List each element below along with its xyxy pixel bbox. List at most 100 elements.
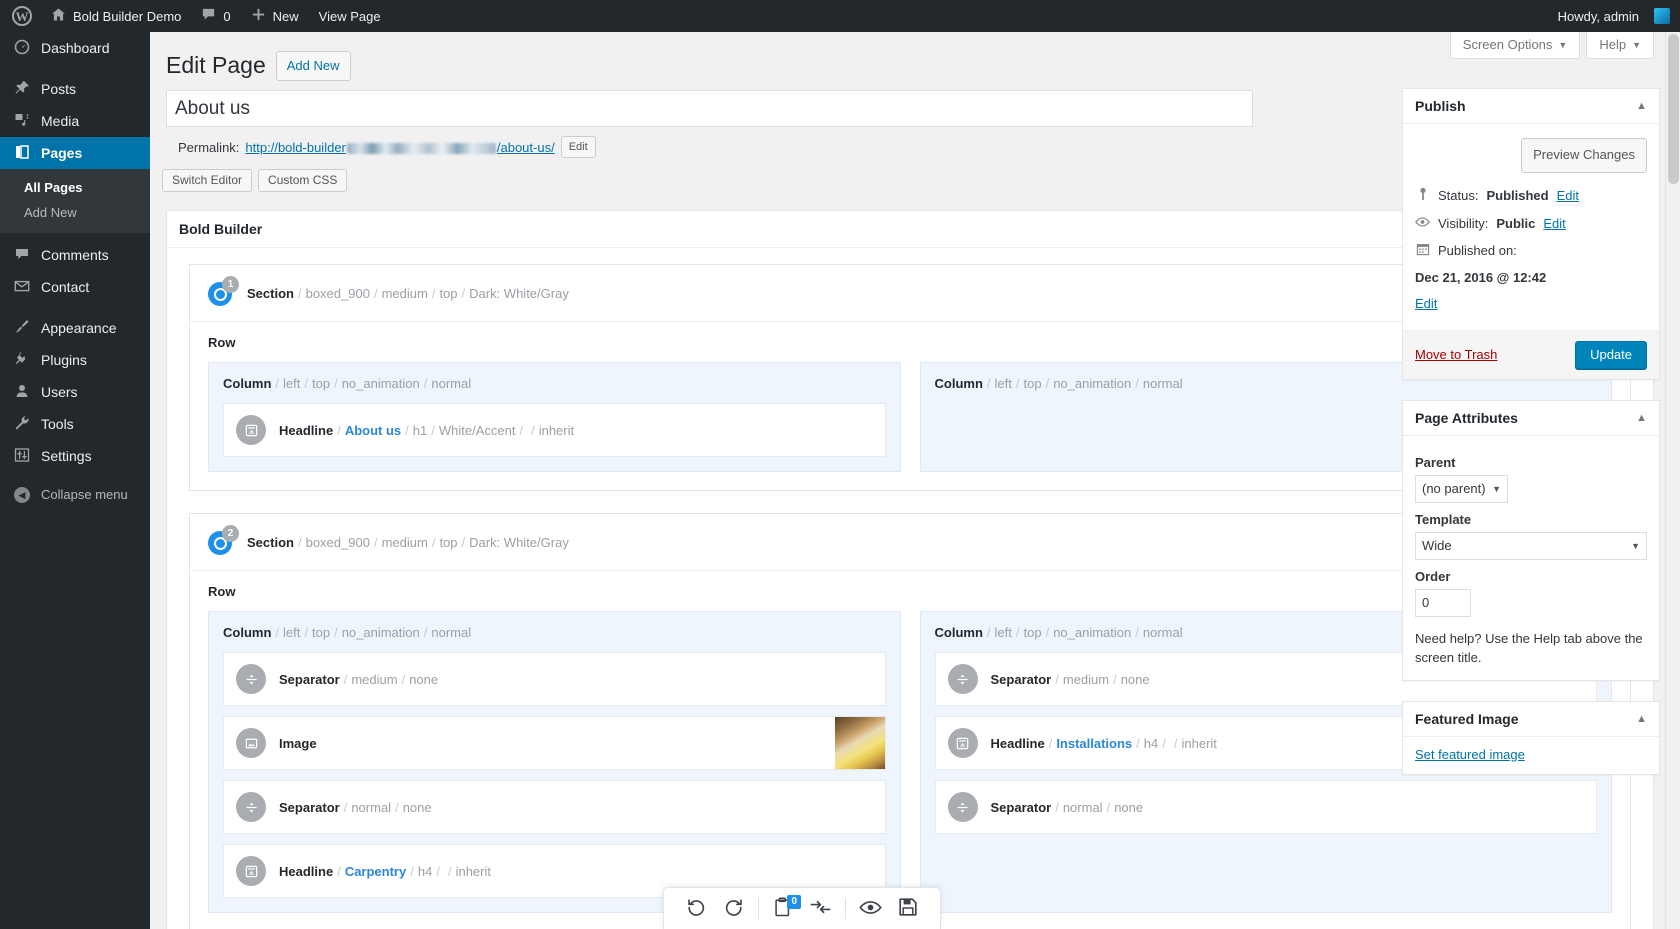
post-title-input[interactable] bbox=[166, 90, 1253, 127]
publish-visibility-edit[interactable]: Edit bbox=[1543, 215, 1565, 233]
publish-panel-title: Publish bbox=[1415, 98, 1466, 114]
element-breadcrumb: Separator/normal/none bbox=[991, 800, 1144, 815]
section-badge: 1 bbox=[208, 280, 238, 306]
headline-icon bbox=[236, 415, 266, 445]
sidebar-item-appearance[interactable]: Appearance bbox=[0, 312, 150, 344]
section-name: Section bbox=[247, 535, 294, 550]
publish-status-edit[interactable]: Edit bbox=[1557, 187, 1579, 205]
permalink-link[interactable]: http://bold-builder/about-us/ bbox=[245, 140, 554, 155]
view-page-button[interactable]: View Page bbox=[309, 0, 391, 32]
element-breadcrumb: Headline/Carpentry/h4//inherit bbox=[279, 864, 491, 879]
comment-bubble-icon bbox=[12, 246, 32, 264]
submenu-item-all-pages[interactable]: All Pages bbox=[0, 175, 150, 200]
plus-icon bbox=[251, 7, 266, 25]
sidebar-item-label: Plugins bbox=[41, 352, 87, 368]
order-label: Order bbox=[1415, 569, 1647, 584]
redo-button[interactable] bbox=[715, 888, 752, 929]
new-content-button[interactable]: New bbox=[241, 0, 309, 32]
sidebar-item-posts[interactable]: Posts bbox=[0, 73, 150, 105]
view-page-label: View Page bbox=[319, 9, 381, 24]
builder-element-separator[interactable]: Separator/medium/none bbox=[223, 652, 886, 706]
wordpress-logo-button[interactable]: W bbox=[0, 0, 41, 32]
eye-icon bbox=[1415, 215, 1430, 233]
collapse-menu-button[interactable]: ◀ Collapse menu bbox=[0, 478, 150, 510]
page-attributes-help-note: Need help? Use the Help tab above the sc… bbox=[1415, 629, 1647, 668]
submenu-label: All Pages bbox=[24, 180, 83, 195]
column-param: top bbox=[312, 625, 330, 640]
element-breadcrumb: Separator/medium/none bbox=[279, 672, 438, 687]
sidebar-item-pages[interactable]: Pages bbox=[0, 137, 150, 169]
element-name: Headline bbox=[991, 736, 1045, 751]
chevron-up-icon[interactable]: ▲ bbox=[1636, 412, 1647, 424]
permalink-redacted-domain bbox=[347, 143, 496, 154]
sliders-icon bbox=[12, 447, 32, 465]
page-scrollbar[interactable] bbox=[1665, 32, 1680, 929]
preview-changes-button[interactable]: Preview Changes bbox=[1521, 138, 1647, 173]
sidebar-item-media[interactable]: Media bbox=[0, 105, 150, 137]
builder-column[interactable]: Column/left/top/no_animation/normal Head… bbox=[208, 362, 901, 472]
update-button[interactable]: Update bbox=[1575, 341, 1647, 369]
comments-button[interactable]: 0 bbox=[191, 0, 240, 32]
chevron-left-circle-icon: ◀ bbox=[12, 486, 32, 503]
order-input[interactable] bbox=[1415, 589, 1471, 617]
site-name-button[interactable]: Bold Builder Demo bbox=[41, 0, 191, 32]
wordpress-logo-icon: W bbox=[12, 6, 32, 26]
featured-image-header[interactable]: Featured Image ▲ bbox=[1403, 702, 1659, 737]
sidebar-item-tools[interactable]: Tools bbox=[0, 408, 150, 440]
user-icon bbox=[12, 383, 32, 401]
sidebar-item-contact[interactable]: Contact bbox=[0, 271, 150, 303]
chevron-up-icon[interactable]: ▲ bbox=[1636, 100, 1647, 112]
column-param: normal bbox=[1143, 625, 1183, 640]
element-param: none bbox=[1114, 800, 1143, 815]
builder-element-image[interactable]: Image bbox=[223, 716, 886, 770]
section-param: medium bbox=[382, 286, 428, 301]
element-param: none bbox=[409, 672, 438, 687]
publish-panel-header[interactable]: Publish ▲ bbox=[1403, 89, 1659, 124]
chevron-down-icon: ▼ bbox=[1631, 541, 1640, 551]
preview-button[interactable] bbox=[852, 888, 889, 929]
howdy-user-menu[interactable]: Howdy, admin bbox=[1548, 0, 1680, 32]
clipboard-button[interactable]: 0 bbox=[765, 888, 802, 929]
element-link[interactable]: About us bbox=[345, 423, 401, 438]
add-new-button[interactable]: Add New bbox=[276, 51, 351, 81]
element-param: none bbox=[403, 800, 432, 815]
column-name: Column bbox=[223, 376, 271, 391]
sidebar-item-users[interactable]: Users bbox=[0, 376, 150, 408]
submenu-item-add-new[interactable]: Add New bbox=[0, 200, 150, 225]
set-featured-image-link[interactable]: Set featured image bbox=[1415, 747, 1525, 762]
separator-icon bbox=[948, 792, 978, 822]
chevron-up-icon[interactable]: ▲ bbox=[1636, 713, 1647, 725]
page-attributes-panel: Page Attributes ▲ Parent (no parent) ▼ T… bbox=[1402, 400, 1660, 681]
permalink-edit-button[interactable]: Edit bbox=[561, 136, 596, 158]
collapse-all-button[interactable] bbox=[802, 888, 839, 929]
home-icon bbox=[51, 7, 66, 25]
screen-options-button[interactable]: Screen Options ▼ bbox=[1450, 32, 1581, 59]
clipboard-count-badge: 0 bbox=[787, 895, 801, 909]
headline-icon bbox=[236, 856, 266, 886]
element-link[interactable]: Carpentry bbox=[345, 864, 406, 879]
element-link[interactable]: Installations bbox=[1056, 736, 1132, 751]
element-breadcrumb: Headline/Installations/h4//inherit bbox=[991, 736, 1217, 751]
sidebar-item-plugins[interactable]: Plugins bbox=[0, 344, 150, 376]
builder-element-headline[interactable]: Headline/About us/h1/White/Accent//inher… bbox=[223, 403, 886, 457]
save-button[interactable] bbox=[889, 888, 926, 929]
permalink-suffix: /about-us/ bbox=[497, 140, 555, 155]
parent-select[interactable]: (no parent) ▼ bbox=[1415, 475, 1508, 503]
move-to-trash-link[interactable]: Move to Trash bbox=[1415, 347, 1497, 362]
sidebar-item-settings[interactable]: Settings bbox=[0, 440, 150, 472]
template-select[interactable]: Wide ▼ bbox=[1415, 532, 1647, 560]
column-param: top bbox=[312, 376, 330, 391]
custom-css-button[interactable]: Custom CSS bbox=[258, 169, 347, 192]
undo-button[interactable] bbox=[678, 888, 715, 929]
sidebar-item-dashboard[interactable]: Dashboard bbox=[0, 32, 150, 64]
sidebar-item-comments[interactable]: Comments bbox=[0, 239, 150, 271]
scrollbar-thumb[interactable] bbox=[1668, 34, 1679, 184]
help-button[interactable]: Help ▼ bbox=[1586, 32, 1654, 59]
page-attributes-header[interactable]: Page Attributes ▲ bbox=[1403, 401, 1659, 436]
sidebar-divider bbox=[0, 303, 150, 312]
publish-date-edit[interactable]: Edit bbox=[1415, 295, 1647, 313]
element-param: White/Accent bbox=[439, 423, 516, 438]
builder-element-separator[interactable]: Separator/normal/none bbox=[223, 780, 886, 834]
switch-editor-button[interactable]: Switch Editor bbox=[162, 169, 252, 192]
builder-column[interactable]: Column/left/top/no_animation/normal Sepa… bbox=[208, 611, 901, 913]
